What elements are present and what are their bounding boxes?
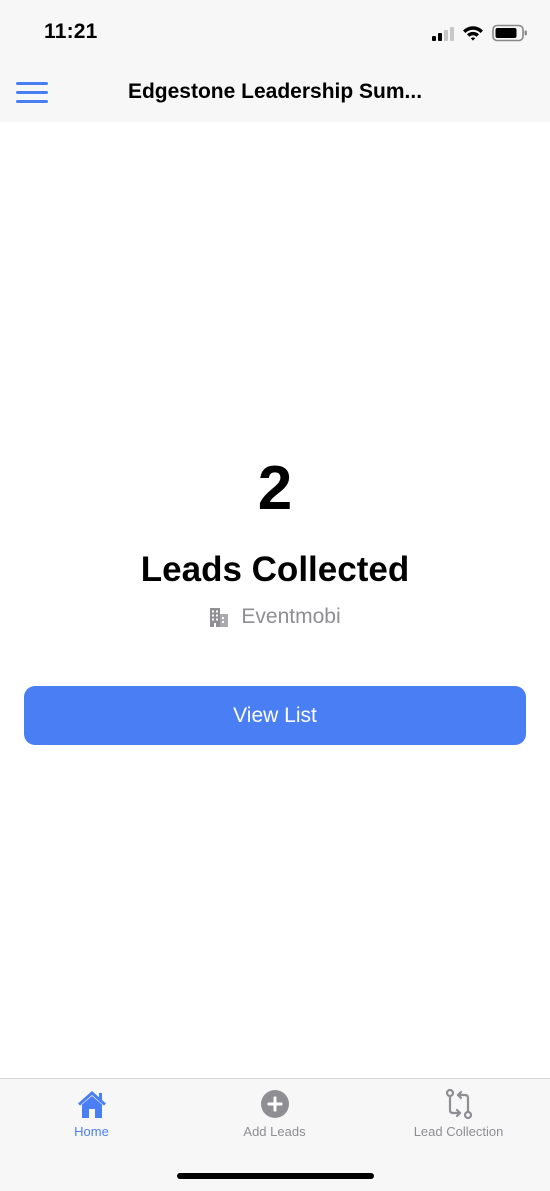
plus-circle-icon xyxy=(260,1090,289,1118)
home-icon xyxy=(77,1091,106,1118)
tab-lead-collection-label: Lead Collection xyxy=(413,1124,504,1139)
status-time: 11:21 xyxy=(44,20,98,43)
leads-count-label: Leads Collected xyxy=(140,550,410,589)
tab-lead-collection[interactable]: Lead Collection xyxy=(367,1087,550,1147)
top-bar: 11:21 Edgestone Leadership Sum... xyxy=(0,0,550,122)
organization-name: Eventmobi xyxy=(241,605,341,628)
organization-row: Eventmobi xyxy=(0,603,550,631)
sync-compare-icon xyxy=(445,1088,472,1120)
battery-icon xyxy=(492,24,527,42)
view-list-button[interactable]: View List xyxy=(24,686,526,745)
wifi-icon xyxy=(463,26,483,41)
hamburger-menu-icon[interactable] xyxy=(16,82,48,104)
home-indicator xyxy=(177,1173,374,1179)
page-title: Edgestone Leadership Sum... xyxy=(127,80,423,103)
tab-home[interactable]: Home xyxy=(0,1087,183,1147)
tab-add-leads[interactable]: Add Leads xyxy=(183,1087,366,1147)
status-icons xyxy=(432,22,528,44)
building-icon xyxy=(210,608,229,627)
tab-add-leads-label: Add Leads xyxy=(243,1124,306,1139)
tab-home-label: Home xyxy=(74,1124,109,1139)
leads-count: 2 xyxy=(257,454,293,523)
cellular-signal-icon xyxy=(432,25,454,41)
